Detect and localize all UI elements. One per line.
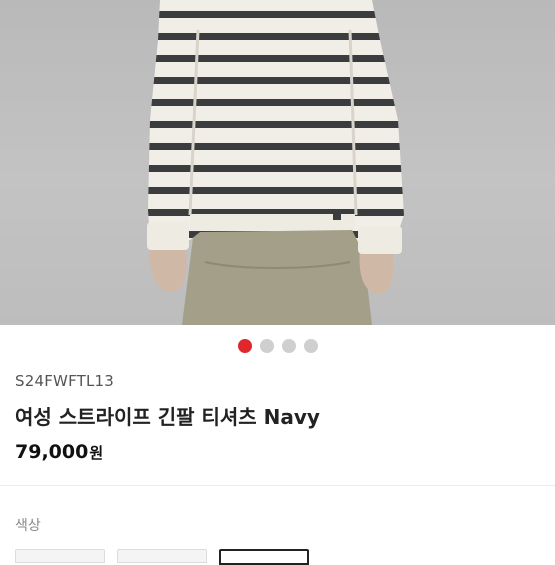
pagination-dot-2[interactable] (259, 339, 274, 353)
price-value: 79,000 (15, 441, 89, 463)
image-pagination (0, 339, 555, 353)
section-divider (0, 485, 555, 486)
color-swatch-2[interactable] (117, 549, 207, 563)
product-image[interactable] (0, 0, 555, 325)
color-swatch-3-selected[interactable] (219, 549, 309, 565)
product-price: 79,000원 (15, 439, 545, 466)
product-title: 여성 스트라이프 긴팔 티셔츠 Navy (15, 405, 320, 429)
pagination-dot-3[interactable] (281, 339, 296, 353)
product-info: S24FWFTL13 여성 스트라이프 긴팔 티셔츠 Navy 79,000원 (15, 370, 545, 466)
product-photo (147, 0, 404, 325)
color-swatch-1[interactable] (15, 549, 105, 563)
product-code: S24FWFTL13 (15, 372, 115, 390)
pagination-dot-4[interactable] (303, 339, 318, 353)
color-swatch-list (15, 549, 309, 565)
price-unit: 원 (89, 444, 104, 462)
color-option-label: 색상 (15, 518, 41, 534)
pagination-dot-1[interactable] (237, 339, 252, 353)
